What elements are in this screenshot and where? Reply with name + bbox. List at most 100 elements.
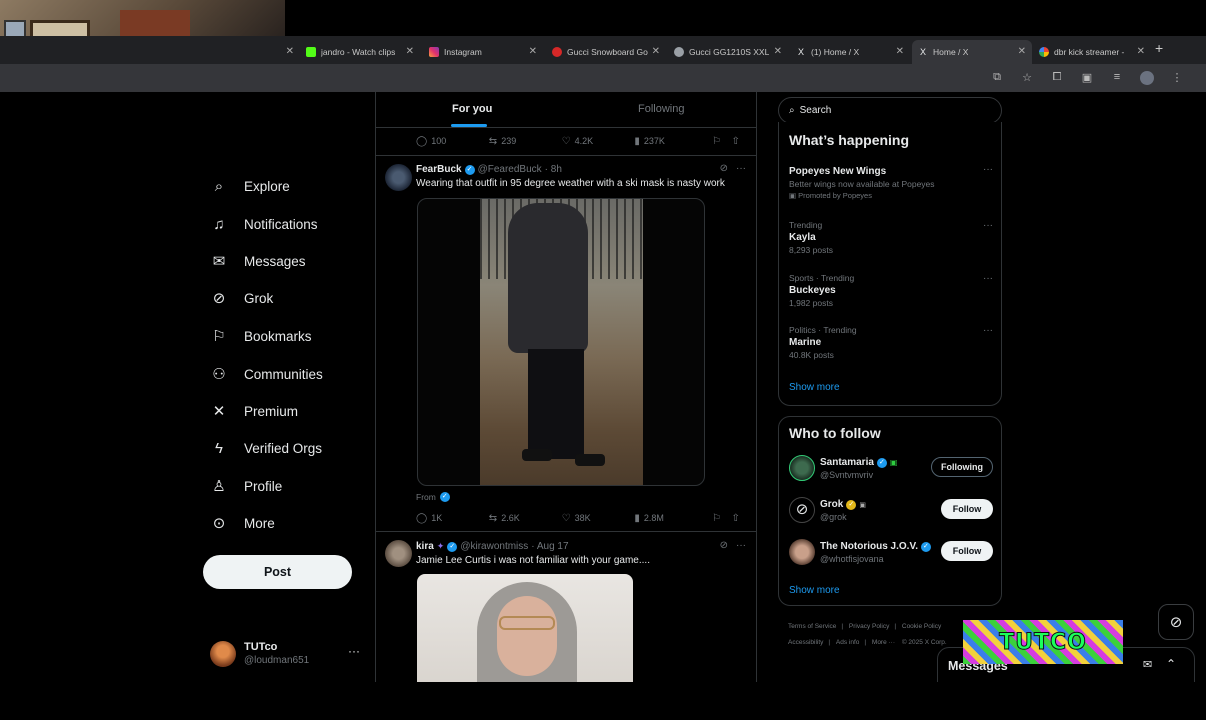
more-icon[interactable]: ··· [983,164,993,175]
close-icon[interactable]: ✕ [1018,46,1026,57]
browser-tab-7[interactable]: dbr kick streamer - ✕ [1033,40,1151,64]
tab-search-icon[interactable]: ▣ [1080,71,1094,88]
grok-floating-button[interactable]: ⊘ [1158,604,1194,640]
sidebar-item-notifications[interactable]: ♫ Notifications [210,210,317,238]
tweet-time[interactable]: · 8h [545,164,562,175]
chart-icon: ▮ [634,135,640,147]
trend-item[interactable]: Popeyes New Wings Better wings now avail… [789,164,993,200]
grok-icon[interactable]: ⊘ [720,540,728,551]
more-icon[interactable]: ··· [736,163,746,174]
menu-icon[interactable]: ⋮ [1170,71,1184,88]
more-icon[interactable]: ··· [983,325,993,336]
bookmark-button[interactable]: ⚐ [712,133,731,149]
post-button[interactable]: Post [203,555,352,589]
reply-button[interactable]: ◯ 100 [416,133,489,149]
author-name[interactable]: FearBuck [416,164,462,175]
sidebar-item-bookmarks[interactable]: ⚐ Bookmarks [210,322,311,350]
profile-avatar-icon[interactable] [1140,71,1154,88]
tweet-image[interactable] [417,574,633,682]
trend-meta: Trending [789,220,823,230]
sidebar-item-more[interactable]: ⊙ More [210,509,275,537]
reply-button[interactable]: ◯ 1K [416,510,489,526]
sidebar-item-explore[interactable]: ⌕ Explore [210,172,290,200]
follow-suggestion[interactable]: ⊘ Grok ✓ ▣ @grok Follow [789,497,993,525]
tweet-video[interactable] [417,198,705,486]
browser-tab-1[interactable]: jandro - Watch clips ✕ [300,40,420,64]
extensions-icon[interactable]: ⧠ [1050,71,1064,88]
avatar[interactable] [385,164,412,191]
bookmark-button[interactable]: ⚐ [712,510,731,526]
tab-following[interactable]: Following [638,103,684,115]
more-icon[interactable]: ··· [983,220,993,231]
like-button[interactable]: ♡ 4.2K [562,133,635,149]
close-icon[interactable]: ✕ [896,46,904,57]
close-icon[interactable]: ✕ [529,46,537,57]
footer-link[interactable]: More ··· [872,639,895,646]
footer-link[interactable]: Accessibility [788,639,823,646]
sidebar-item-communities[interactable]: ⚇ Communities [210,360,323,388]
from-label: From [416,492,436,502]
new-tab-button[interactable]: + [1155,40,1163,56]
expand-icon[interactable]: ⌃ [1166,657,1176,671]
views-button[interactable]: ▮ 237K [634,133,712,149]
follow-suggestion[interactable]: Santamaria ✓ ▣ @Svntvmvriv Following [789,455,993,483]
more-icon[interactable]: ··· [348,644,360,658]
sidebar-item-premium[interactable]: ✕ Premium [210,397,298,425]
more-icon[interactable]: ··· [736,540,746,551]
trend-item[interactable]: Politics · Trending Marine 40.8K posts ·… [789,325,993,360]
trend-item[interactable]: Sports · Trending Buckeyes 1,982 posts ·… [789,273,993,308]
close-icon[interactable]: ✕ [774,46,782,57]
show-more-link[interactable]: Show more [789,382,840,393]
browser-tab-6-active[interactable]: X Home / X ✕ [912,40,1032,64]
browser-tab-2[interactable]: Instagram ✕ [423,40,543,64]
account-switcher[interactable]: TUTco @loudman651 ··· [210,638,365,670]
author-name[interactable]: kira [416,541,434,552]
like-button[interactable]: ♡ 38K [562,510,635,526]
sidebar-item-grok[interactable]: ⊘ Grok [210,284,274,312]
share-button[interactable]: ⇧ [731,133,746,149]
follow-button[interactable]: Follow [941,541,993,561]
close-icon[interactable]: ✕ [1137,46,1145,57]
grok-icon[interactable]: ⊘ [720,163,728,174]
footer-link[interactable]: Cookie Policy [902,623,941,630]
follow-button[interactable]: Follow [941,499,993,519]
sidebar-item-messages[interactable]: ✉ Messages [210,247,306,275]
sidebar-item-verified-orgs[interactable]: ϟ Verified Orgs [210,434,322,462]
verified-badge-icon: ✓ [920,541,931,552]
browser-tab-4[interactable]: Gucci GG1210S XXL ✕ [668,40,788,64]
tab-for-you[interactable]: For you [452,103,492,115]
author-handle[interactable]: @FearedBuck [478,164,542,175]
new-message-icon[interactable]: ✉ [1143,658,1152,671]
repost-button[interactable]: ⇆ 2.6K [489,510,562,526]
reply-icon: ◯ [416,512,428,524]
avatar[interactable] [385,540,412,567]
trend-item[interactable]: Trending Kayla 8,293 posts ··· [789,220,993,255]
views-button[interactable]: ▮ 2.8M [634,510,712,526]
sidebar-item-label: Explore [244,178,290,194]
cast-icon[interactable]: ⧉ [990,71,1004,88]
following-button[interactable]: Following [931,457,993,477]
reply-count: 100 [431,136,447,146]
share-button[interactable]: ⇧ [731,510,746,526]
follow-suggestion[interactable]: The Notorious J.O.V. ✓ @whotfisjovana Fol… [789,539,993,567]
show-more-link[interactable]: Show more [789,585,840,596]
repost-button[interactable]: ⇆ 239 [489,133,562,149]
browser-tab-0[interactable]: ✕ [284,40,298,64]
sidebar-item-label: Profile [244,478,283,494]
browser-tab-5[interactable]: X (1) Home / X ✕ [790,40,910,64]
more-icon[interactable]: ··· [983,273,993,284]
media-icon[interactable]: ≡ [1110,71,1124,88]
footer-link[interactable]: Privacy Policy [849,623,889,630]
sidebar-item-profile[interactable]: ♙ Profile [210,472,282,500]
author-handle[interactable]: @kirawontmiss [460,541,528,552]
promoted-label: Promoted by Popeyes [798,191,872,200]
close-icon[interactable]: ✕ [286,46,294,57]
star-icon[interactable]: ☆ [1020,71,1034,88]
search-input[interactable]: ⌕ Search [778,97,1002,124]
footer-link[interactable]: Ads info [836,639,860,646]
close-icon[interactable]: ✕ [406,46,414,57]
footer-link[interactable]: Terms of Service [788,623,836,630]
browser-tab-3[interactable]: Gucci Snowboard Go ✕ [546,40,666,64]
tweet-time[interactable]: · Aug 17 [531,541,568,552]
close-icon[interactable]: ✕ [652,46,660,57]
